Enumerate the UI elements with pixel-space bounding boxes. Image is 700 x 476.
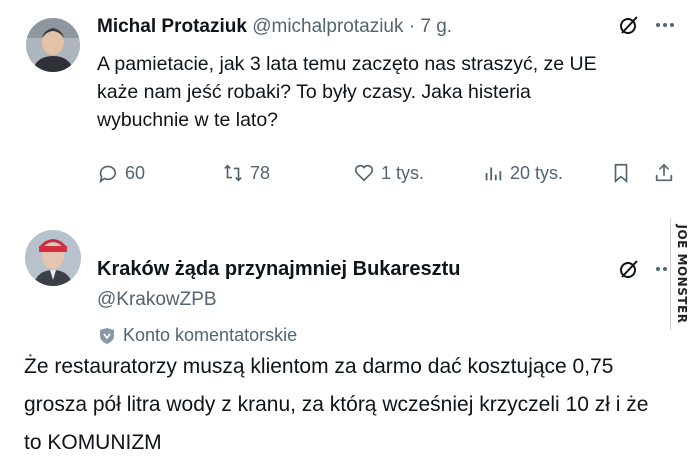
avatar[interactable]: [25, 230, 81, 286]
avatar[interactable]: [26, 18, 80, 72]
bookmark-button[interactable]: [610, 162, 632, 184]
more-icon[interactable]: [654, 14, 676, 42]
timestamp[interactable]: 7 g.: [420, 16, 452, 37]
grok-icon[interactable]: [618, 14, 640, 42]
author-name[interactable]: Kraków żąda przynajmniej Bukaresztu: [97, 258, 460, 281]
views-count: 20 tys.: [510, 162, 564, 183]
author-handle[interactable]: @KrakowZPB: [97, 289, 217, 311]
reply-count: 60: [125, 162, 146, 183]
watermark: JOE MONSTER: [670, 218, 693, 330]
views-button[interactable]: 20 tys.: [482, 162, 563, 184]
reply-button[interactable]: 60: [97, 162, 145, 184]
tweet-actions: 60 78 1 tys. 20 tys.: [97, 162, 687, 192]
share-icon: [655, 163, 673, 182]
reply-icon: [99, 165, 117, 184]
retweet-count: 78: [250, 162, 271, 183]
grok-icon[interactable]: [618, 258, 640, 286]
bookmark-icon: [614, 163, 628, 184]
retweet-button[interactable]: 78: [222, 162, 270, 184]
author-name[interactable]: Michal Protaziuk: [97, 16, 247, 37]
tweet-header: Michal Protaziuk @michalprotaziuk · 7 g.: [97, 16, 452, 38]
retweet-icon: [224, 164, 242, 182]
tweet: Michal Protaziuk @michalprotaziuk · 7 g.…: [0, 0, 700, 200]
watermark-text: JOE MONSTER: [675, 224, 689, 324]
reply-text: Że restauratorzy muszą klientom za darmo…: [24, 355, 649, 454]
account-label-text: Konto komentatorskie: [123, 325, 298, 345]
share-button[interactable]: [653, 162, 675, 184]
account-label: Konto komentatorskie: [99, 325, 297, 346]
like-count: 1 tys.: [381, 162, 425, 183]
like-button[interactable]: 1 tys.: [353, 162, 424, 184]
author-handle[interactable]: @michalprotaziuk: [252, 16, 403, 37]
separator: ·: [408, 16, 416, 37]
views-icon: [485, 167, 502, 181]
shield-icon: [100, 327, 114, 344]
like-icon: [354, 164, 374, 182]
more-icon[interactable]: [654, 258, 668, 286]
tweet-text: A pamietacie, jak 3 lata temu zaczęto na…: [97, 53, 597, 131]
